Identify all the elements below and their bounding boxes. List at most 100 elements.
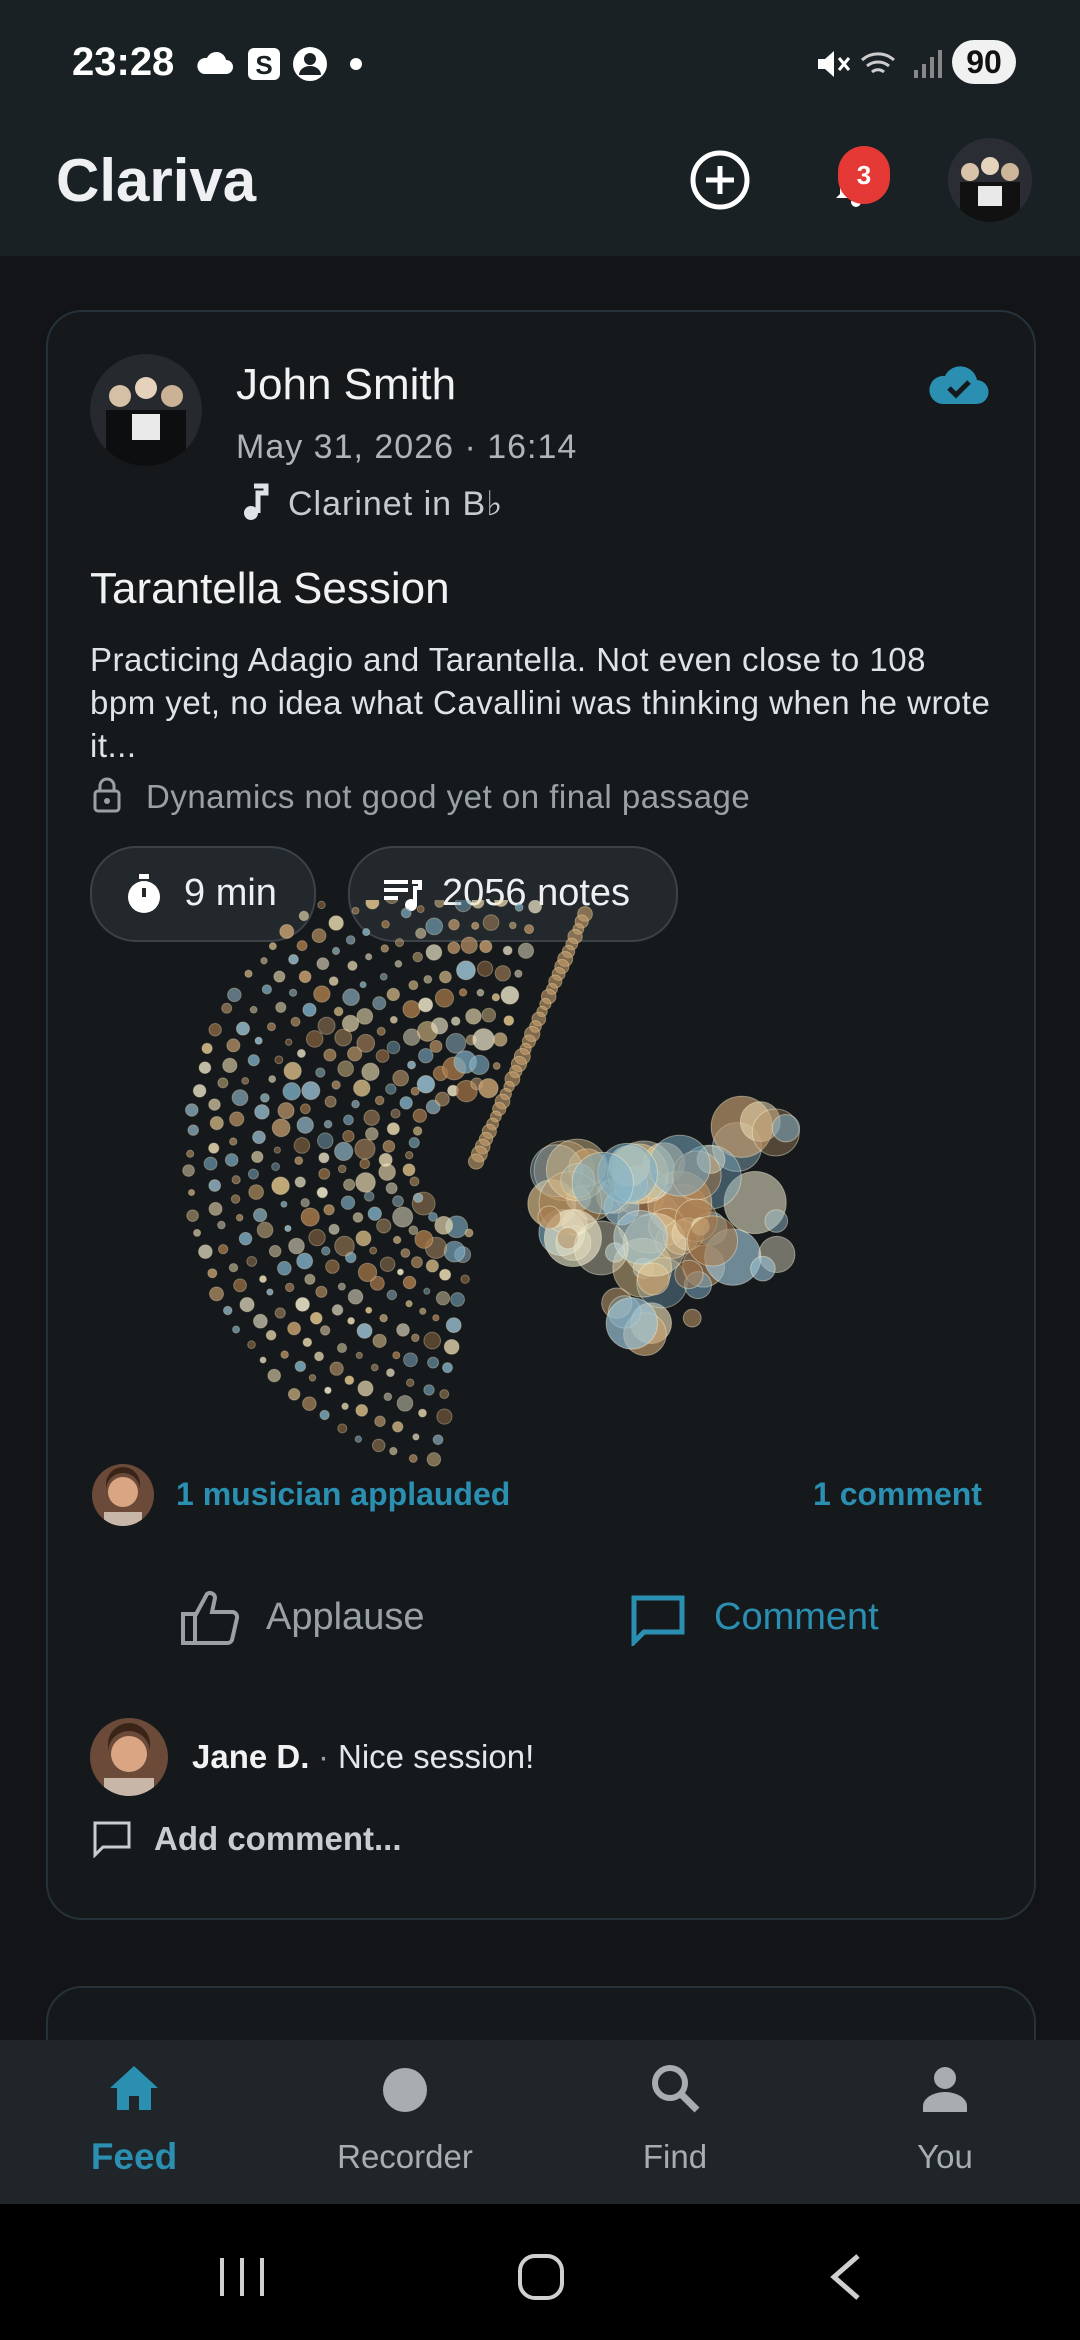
viz-dot (252, 1130, 266, 1145)
viz-dot (323, 1048, 337, 1062)
session-visualization (182, 900, 801, 1467)
viz-dot (430, 1017, 449, 1035)
nav-recorder[interactable]: Recorder (305, 2060, 505, 2190)
viz-dot (445, 1032, 467, 1054)
viz-dot (318, 1152, 330, 1164)
comment-author[interactable]: Jane D. (192, 1738, 309, 1776)
viz-dot (299, 1103, 311, 1115)
viz-dot (323, 1204, 335, 1216)
viz-dot (392, 1206, 414, 1228)
comment-button[interactable]: Comment (630, 1590, 930, 1654)
back-icon[interactable] (826, 2252, 866, 2302)
viz-dot (356, 1322, 373, 1339)
viz-dot (367, 1206, 382, 1221)
comment-text: Nice session! (338, 1738, 535, 1775)
viz-dot (476, 960, 494, 977)
viz-dot (302, 1337, 313, 1348)
viz-dot (343, 1178, 356, 1191)
applause-count[interactable]: 1 musician applauded (176, 1476, 510, 1513)
add-comment-input[interactable]: Add comment... (154, 1820, 402, 1858)
viz-dot (408, 980, 419, 991)
viz-bubble (605, 1297, 659, 1350)
viz-dot (370, 1363, 379, 1372)
comment-avatar[interactable] (90, 1718, 168, 1796)
signal-icon (914, 50, 942, 78)
viz-dot (254, 1036, 263, 1045)
viz-dot (408, 1137, 420, 1149)
viz-dot (308, 1228, 326, 1247)
viz-dot (425, 917, 444, 936)
viz-dot (472, 1028, 495, 1051)
viz-dot (267, 1368, 282, 1383)
viz-dot (476, 988, 485, 997)
viz-dot (503, 1015, 515, 1026)
viz-dot (434, 1215, 454, 1235)
viz-dot (412, 1108, 428, 1123)
viz-dot (482, 914, 500, 931)
viz-dot (208, 1201, 223, 1216)
viz-dot (414, 1229, 434, 1249)
viz-dot (284, 1224, 292, 1233)
applause-button[interactable]: Applause (180, 1590, 460, 1654)
viz-dot (508, 921, 517, 930)
add-icon[interactable] (688, 148, 752, 212)
viz-dot (209, 1286, 224, 1302)
viz-dot (390, 1108, 401, 1119)
viz-dot (279, 924, 295, 939)
avatar[interactable] (948, 138, 1032, 222)
viz-dot (355, 1230, 372, 1247)
viz-dot (222, 1305, 233, 1316)
author-avatar[interactable] (90, 354, 202, 466)
viz-dot (275, 1001, 287, 1013)
viz-dot (400, 907, 412, 919)
home-icon (110, 2066, 158, 2110)
viz-dot (321, 1246, 331, 1256)
comment-label: Comment (714, 1596, 879, 1638)
viz-dot (355, 1404, 369, 1417)
viz-bubble (571, 1151, 634, 1215)
viz-dot (296, 1252, 314, 1270)
viz-dot (402, 1275, 417, 1290)
viz-dot (296, 1048, 306, 1058)
viz-dot (314, 1351, 325, 1362)
viz-dot (374, 1415, 386, 1428)
viz-dot (324, 1095, 337, 1108)
viz-dot (277, 1102, 295, 1120)
viz-dot (241, 1076, 250, 1085)
home-nav-icon[interactable] (516, 2252, 566, 2302)
viz-dot (282, 1082, 301, 1101)
person-icon (923, 2067, 967, 2112)
mute-icon (818, 51, 851, 77)
viz-dot (347, 960, 358, 971)
viz-dot (296, 1116, 314, 1134)
nav-feed[interactable]: Feed (34, 2060, 234, 2190)
notification-badge[interactable]: 3 (838, 146, 890, 204)
viz-dot (187, 1188, 196, 1197)
author-name[interactable]: John Smith (236, 360, 456, 410)
recents-icon[interactable] (216, 2254, 268, 2300)
viz-dot (351, 1099, 360, 1109)
post-date: May 31, 2026 · 16:14 (236, 428, 578, 466)
viz-dot (382, 1139, 396, 1153)
nav-find-label: Find (642, 2138, 708, 2175)
viz-dot (428, 1211, 438, 1222)
viz-dot (436, 1408, 453, 1425)
nav-you[interactable]: You (845, 2060, 1045, 2190)
nav-find[interactable]: Find (575, 2060, 775, 2190)
viz-dot (394, 938, 405, 948)
viz-dot (238, 1231, 253, 1246)
viz-dot (355, 1172, 376, 1193)
viz-dot (353, 1079, 371, 1097)
viz-dot (259, 1356, 267, 1364)
viz-dot (217, 1077, 229, 1089)
viz-dot (408, 1225, 419, 1236)
comment-count[interactable]: 1 comment (813, 1476, 982, 1513)
viz-dot (290, 1016, 301, 1027)
add-comment-icon[interactable] (92, 1820, 132, 1858)
viz-dot (347, 1289, 364, 1305)
viz-dot (274, 1055, 284, 1065)
viz-dot (208, 1098, 221, 1111)
nav-you-label: You (917, 2138, 973, 2175)
viz-dot (341, 1402, 349, 1411)
viz-dot (319, 1325, 331, 1336)
